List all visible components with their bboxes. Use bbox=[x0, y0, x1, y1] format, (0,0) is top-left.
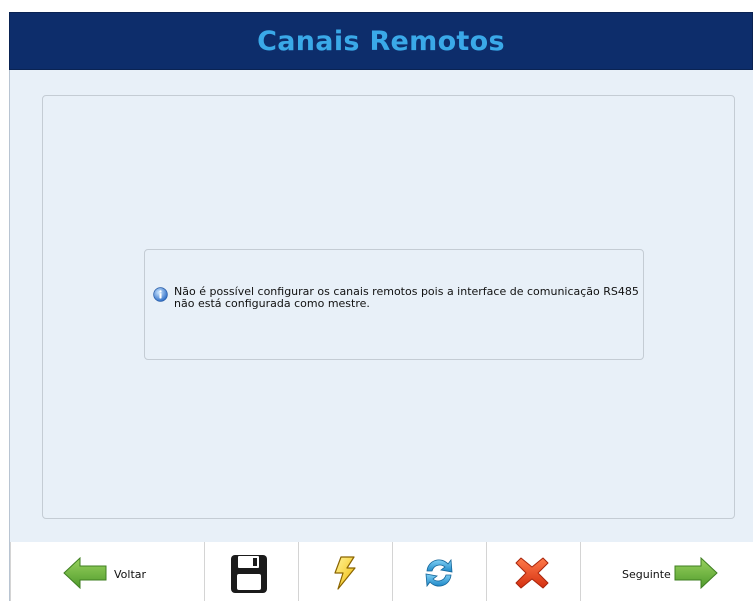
main-panel: Não é possível configurar os canais remo… bbox=[42, 95, 735, 519]
floppy-disk-icon bbox=[231, 555, 267, 593]
back-button[interactable]: Voltar bbox=[11, 542, 204, 601]
cancel-button[interactable] bbox=[487, 542, 580, 601]
save-button[interactable] bbox=[205, 542, 298, 601]
info-icon bbox=[153, 287, 168, 302]
title-bar: Canais Remotos bbox=[9, 12, 753, 70]
message-panel: Não é possível configurar os canais remo… bbox=[144, 249, 644, 360]
next-button[interactable]: Seguinte bbox=[581, 542, 753, 601]
arrow-left-icon bbox=[63, 557, 107, 589]
apply-button[interactable] bbox=[299, 542, 392, 601]
page-title: Canais Remotos bbox=[257, 25, 505, 57]
content-area: Não é possível configurar os canais remo… bbox=[9, 70, 753, 542]
lightning-icon bbox=[334, 556, 356, 590]
app-window: Canais Remotos Não é possível configurar… bbox=[0, 0, 753, 601]
back-label: Voltar bbox=[114, 568, 147, 581]
close-icon bbox=[515, 557, 549, 589]
message-text: Não é possível configurar os canais remo… bbox=[174, 285, 639, 310]
refresh-button[interactable] bbox=[393, 542, 486, 601]
next-label: Seguinte bbox=[622, 568, 671, 581]
arrow-right-icon bbox=[674, 557, 718, 589]
refresh-icon bbox=[425, 558, 453, 588]
toolbar: Voltar Seguinte bbox=[9, 542, 753, 601]
